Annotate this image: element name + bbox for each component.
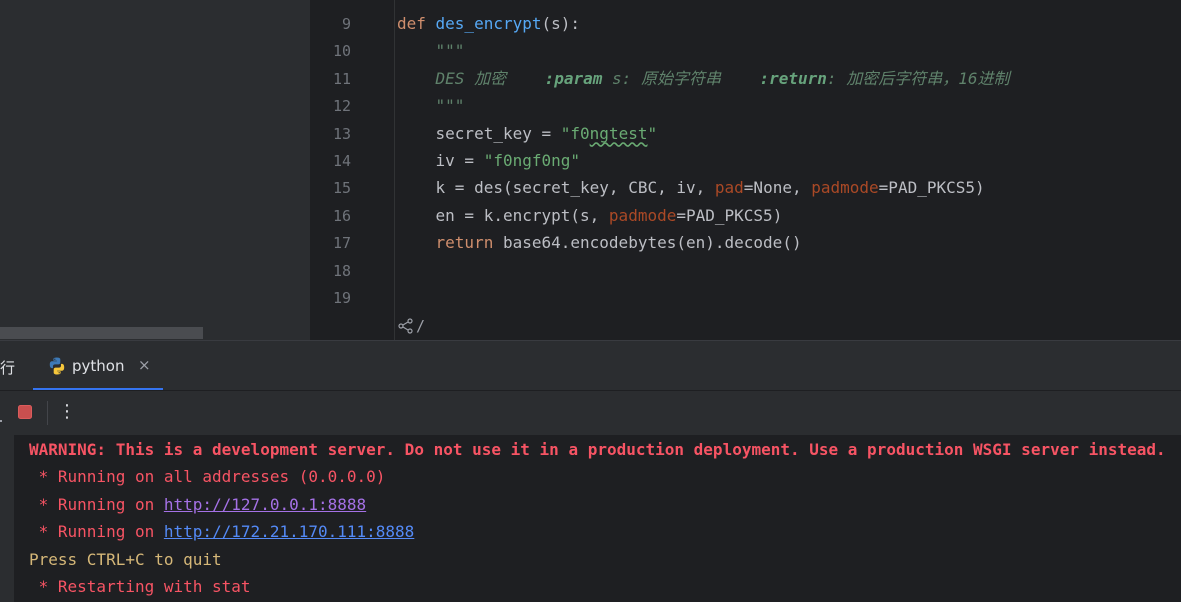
horizontal-scrollbar-thumb[interactable] [0, 327, 203, 339]
tab-python-label: python [72, 357, 125, 375]
run-toolwindow-header [0, 341, 1181, 390]
lan-url-link[interactable]: http://172.21.170.111:8888 [164, 522, 414, 541]
code-token: ngtest [589, 123, 648, 143]
code-token: en = k.encrypt(s, [397, 205, 609, 225]
toolbar-separator [47, 401, 48, 425]
console-line-local-prefix: * Running on [29, 495, 164, 514]
console-line-local: * Running on http://127.0.0.1:8888 [29, 495, 367, 515]
code-token: secret_key = [397, 123, 561, 143]
code-token: : 加密后字符串，16进制 [826, 68, 1010, 88]
local-url-link[interactable]: http://127.0.0.1:8888 [164, 495, 366, 514]
code-token: base64.encodebytes(en).decode() [493, 233, 802, 253]
code-token: "f0ngf0ng" [483, 151, 581, 170]
code-line[interactable]: iv = "f0ngf0ng" [397, 151, 581, 171]
code-token: return [435, 233, 494, 253]
code-line[interactable]: """ [397, 41, 465, 61]
code-token: """ [397, 41, 465, 61]
console-gutter [0, 435, 14, 602]
line-number: 9 [341, 15, 351, 33]
line-number: 19 [332, 289, 351, 307]
code-line[interactable]: return base64.encodebytes(en).decode() [397, 233, 802, 253]
toolbar-overflow-dot [0, 420, 2, 422]
console-line-lan-prefix: * Running on [29, 522, 164, 541]
code-token: des_encrypt [435, 14, 542, 33]
run-toolbar [0, 391, 1181, 435]
code-token: (s): [541, 14, 581, 33]
line-number: 12 [332, 97, 351, 116]
console-line-lan: * Running on http://172.21.170.111:8888 [29, 522, 415, 542]
code-token: DES 加密 [397, 68, 545, 88]
project-panel [0, 0, 310, 340]
code-token: pad [714, 178, 744, 198]
line-number: 10 [332, 42, 351, 61]
python-icon [49, 357, 65, 375]
code-line[interactable]: DES 加密 :param s: 原始字符串 :return: 加密后字符串，1… [397, 68, 1010, 89]
code-token: k = des(secret_key, CBC, iv, [397, 178, 715, 198]
code-token: """ [397, 96, 465, 116]
console-restart: * Restarting with stat [29, 577, 251, 596]
code-token: def [397, 14, 436, 33]
stop-icon[interactable] [17, 404, 33, 420]
code-token: s: 原始字符串 [602, 68, 760, 88]
line-number: 13 [332, 124, 351, 143]
code-token: padmode [811, 178, 879, 198]
code-line[interactable]: en = k.encrypt(s, padmode=PAD_PKCS5) [397, 205, 783, 226]
fold-marker: / [416, 317, 426, 335]
code-token: =PAD_PKCS5) [878, 178, 985, 198]
code-line[interactable]: secret_key = "f0ngtest" [397, 123, 658, 144]
code-line[interactable]: """ [397, 96, 465, 116]
tab-python[interactable]: python × [33, 347, 163, 391]
fold-icon[interactable] [398, 318, 414, 334]
tab-run[interactable]: 行 [0, 357, 15, 378]
close-icon[interactable]: × [138, 356, 151, 374]
line-number: 17 [332, 234, 351, 253]
more-options-icon[interactable]: ⋮ [58, 400, 76, 424]
code-token: :param [544, 68, 603, 88]
code-token: iv = [397, 151, 484, 170]
console-quit-hint: Press CTRL+C to quit [29, 550, 222, 569]
code-token: :return [759, 68, 827, 88]
line-number: 14 [332, 152, 351, 170]
line-number: 15 [332, 179, 351, 198]
line-number: 16 [332, 206, 351, 225]
line-number: 11 [332, 69, 351, 88]
code-token: =PAD_PKCS5) [676, 205, 783, 225]
line-number: 18 [332, 261, 351, 280]
code-line[interactable]: def des_encrypt(s): [397, 14, 580, 34]
code-token: padmode [608, 205, 677, 225]
code-token: "f0 [560, 123, 590, 143]
code-token: " [647, 123, 658, 143]
code-token: =None, [743, 178, 812, 198]
console-warning: WARNING: This is a development server. D… [29, 440, 1166, 459]
console-line-all-addresses: * Running on all addresses (0.0.0.0) [29, 467, 386, 486]
code-line[interactable]: k = des(secret_key, CBC, iv, pad=None, p… [397, 178, 985, 198]
